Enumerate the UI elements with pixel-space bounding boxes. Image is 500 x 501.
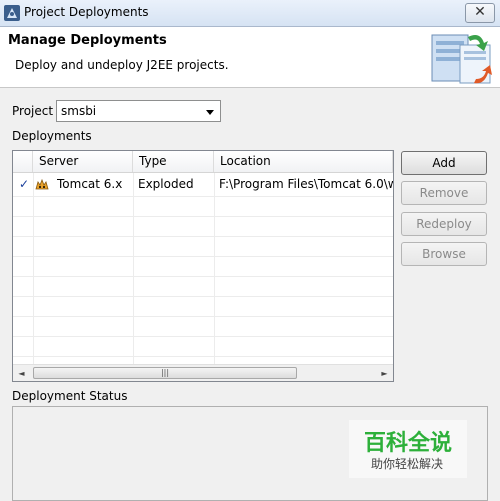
table-header: Server Type Location	[13, 151, 393, 173]
page-description: Deploy and undeploy J2EE projects.	[15, 58, 229, 72]
remove-button[interactable]: Remove	[401, 181, 487, 205]
table-body: ✓ Tomcat 6.x Exploded F:\Program Files\T…	[13, 173, 393, 365]
column-header-server[interactable]: Server	[33, 151, 133, 172]
chevron-down-icon	[206, 110, 214, 115]
deployment-status-label: Deployment Status	[12, 389, 128, 403]
project-label: Project	[12, 104, 54, 118]
deployments-table[interactable]: Server Type Location ✓ Tomcat 6.x Explod…	[12, 150, 394, 382]
window-title: Project Deployments	[24, 5, 149, 19]
horizontal-scrollbar[interactable]: ◄ ||| ►	[13, 364, 393, 381]
title-bar: Project Deployments ✕	[0, 0, 500, 27]
column-header-location[interactable]: Location	[214, 151, 393, 172]
project-selected-value: smsbi	[61, 104, 97, 118]
watermark-subtitle: 助你轻松解决	[371, 457, 444, 471]
scrollbar-thumb[interactable]: |||	[33, 367, 297, 379]
deployments-label: Deployments	[12, 129, 92, 143]
redeploy-button[interactable]: Redeploy	[401, 212, 487, 236]
column-header-check	[13, 151, 33, 172]
app-icon	[4, 5, 20, 21]
row-server: Tomcat 6.x	[57, 177, 123, 191]
scroll-left-icon[interactable]: ◄	[13, 365, 30, 381]
close-button[interactable]: ✕	[465, 3, 495, 23]
header-banner: Manage Deployments Deploy and undeploy J…	[0, 27, 500, 88]
add-button[interactable]: Add	[401, 151, 487, 175]
row-check-icon[interactable]: ✓	[19, 173, 29, 196]
browse-button[interactable]: Browse	[401, 242, 487, 266]
page-title: Manage Deployments	[8, 33, 167, 48]
watermark-title: 百科全说	[364, 431, 453, 456]
row-type: Exploded	[138, 177, 194, 191]
row-location: F:\Program Files\Tomcat 6.0\we	[219, 177, 393, 191]
deploy-server-icon	[431, 34, 492, 84]
column-header-type[interactable]: Type	[133, 151, 214, 172]
tomcat-icon	[35, 178, 49, 190]
table-row[interactable]: ✓ Tomcat 6.x Exploded F:\Program Files\T…	[13, 173, 393, 196]
project-select[interactable]: smsbi	[56, 100, 221, 122]
scroll-right-icon[interactable]: ►	[376, 365, 393, 381]
